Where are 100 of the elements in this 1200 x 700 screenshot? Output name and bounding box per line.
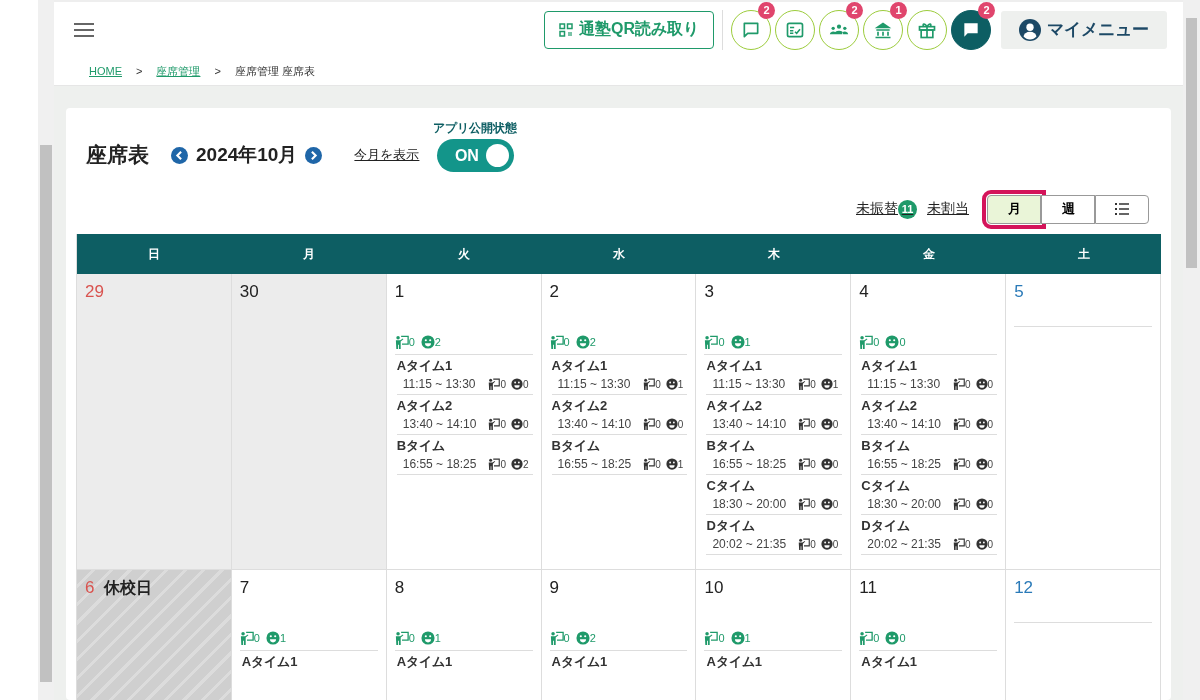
smiley-icon <box>885 335 900 349</box>
date-number: 1 <box>394 282 405 302</box>
smiley-icon <box>730 335 745 349</box>
my-menu-button[interactable]: マイメニュー <box>1001 10 1167 49</box>
checklist-button[interactable] <box>775 9 815 50</box>
student-count: 1 <box>434 632 441 644</box>
smiley-icon <box>511 458 523 470</box>
calendar-day[interactable]: 3 0 1 Aタイム1 11:15 ~ 13:30 0 1 Aタイム2 13:40 ~ 14:10 0 0 Bタイム 16:55 ~ 18:25 0 0 Cタイム 18:30 ~ 20:00 0 0 Dタイム 20:02 ~ 21:35 0 0 <box>696 274 852 570</box>
student-count: 1 <box>832 378 839 390</box>
calendar-day[interactable]: 2 0 2 Aタイム1 11:15 ~ 13:30 0 1 Aタイム2 13:40 ~ 14:10 0 0 Bタイム 16:55 ~ 18:25 0 1 <box>541 274 697 570</box>
teacher-count: 0 <box>810 498 816 510</box>
notification-badge: 2 <box>978 1 995 19</box>
student-count: 1 <box>677 378 684 390</box>
teacher-icon <box>798 458 811 470</box>
teacher-count: 0 <box>655 418 661 430</box>
menu-icon[interactable] <box>74 22 94 37</box>
time-slot-time: 11:15 ~ 13:30 <box>557 377 631 391</box>
breadcrumb-link[interactable]: 座席管理 <box>156 63 201 79</box>
teacher-icon <box>704 335 719 349</box>
qr-scan-button[interactable]: 通塾QR読み取り <box>544 10 714 49</box>
student-count: 1 <box>744 632 751 644</box>
calendar-day[interactable]: 4 0 0 Aタイム1 11:15 ~ 13:30 0 0 Aタイム2 13:40 ~ 14:10 0 0 Bタイム 16:55 ~ 18:25 0 0 Cタイム 18:30 ~ 20:00 0 0 Dタイム 20:02 ~ 21:35 0 0 <box>851 274 1007 570</box>
smiley-icon <box>665 418 678 430</box>
date-number: 5 <box>1014 282 1024 302</box>
student-count: 0 <box>523 378 529 390</box>
smiley-icon <box>820 498 833 510</box>
next-month-button[interactable] <box>305 146 323 164</box>
teacher-icon <box>798 378 811 390</box>
gift-button[interactable] <box>907 9 947 50</box>
teacher-icon <box>643 378 656 390</box>
teacher-count: 0 <box>655 378 661 390</box>
time-slot-time: 18:30 ~ 20:00 <box>712 497 787 511</box>
view-button[interactable]: 週 <box>1041 194 1095 224</box>
scrollbar[interactable] <box>1183 0 1200 700</box>
time-slot-time: 11:15 ~ 13:30 <box>402 377 476 391</box>
date-number: 6 <box>85 578 95 598</box>
teacher-count: 0 <box>655 458 661 470</box>
smiley-icon <box>820 418 833 430</box>
publish-status-label: アプリ公開状態 <box>433 120 518 137</box>
student-count: 1 <box>744 336 751 348</box>
date-number: 12 <box>1014 578 1034 598</box>
student-count: 0 <box>987 538 994 550</box>
page-title: 座席表 <box>86 142 149 168</box>
filter-link[interactable]: 未割当 <box>927 200 969 218</box>
calendar-day[interactable]: 5 <box>1006 274 1161 570</box>
smiley-icon <box>511 378 523 390</box>
teacher-icon <box>549 335 564 349</box>
weekday-header: 土 <box>1006 234 1161 274</box>
date-number: 29 <box>85 282 104 302</box>
smiley-icon <box>420 631 435 645</box>
date-number: 9 <box>549 578 560 598</box>
smiley-icon <box>975 378 988 390</box>
teacher-count: 0 <box>810 538 816 550</box>
smiley-icon <box>975 498 988 510</box>
list-view-button[interactable] <box>1095 194 1149 224</box>
smiley-icon <box>975 538 988 550</box>
smiley-icon <box>820 538 833 550</box>
teacher-icon <box>953 538 965 550</box>
student-count: 0 <box>899 632 906 644</box>
weekday-header: 火 <box>386 234 542 274</box>
calendar-day[interactable]: 1 0 2 Aタイム1 11:15 ~ 13:30 0 0 Aタイム2 13:40 ~ 14:10 0 0 Bタイム 16:55 ~ 18:25 0 2 <box>386 274 542 570</box>
calendar-day[interactable]: 30 <box>231 274 387 570</box>
teacher-icon <box>798 538 811 550</box>
teacher-icon <box>488 378 501 390</box>
teacher-count: 0 <box>965 538 971 550</box>
breadcrumb-current: 座席管理 座席表 <box>234 63 315 79</box>
scrollbar[interactable] <box>38 0 54 700</box>
teacher-count: 0 <box>810 458 816 470</box>
time-slot-time: 20:02 ~ 21:35 <box>867 537 941 551</box>
time-slot-name: Aタイム1 <box>551 357 609 375</box>
time-slot-time: 16:55 ~ 18:25 <box>402 457 477 471</box>
previous-month-button[interactable] <box>171 146 188 164</box>
time-slot-name: Aタイム1 <box>706 653 764 671</box>
student-count: 0 <box>832 458 839 470</box>
breadcrumb-link[interactable]: HOME <box>89 65 122 77</box>
teacher-icon <box>643 418 656 430</box>
teacher-count: 0 <box>965 498 971 510</box>
time-slot-name: Aタイム1 <box>861 357 918 375</box>
current-month-link[interactable]: 今月を表示 <box>354 146 420 164</box>
filter-link[interactable]: 未振替 11 <box>856 199 917 219</box>
teacher-count: 0 <box>408 632 415 644</box>
closed-day-label: 休校日 <box>104 577 153 598</box>
teacher-count: 0 <box>873 632 880 644</box>
teacher-count: 0 <box>810 378 816 390</box>
teacher-count: 0 <box>810 418 816 430</box>
smiley-icon <box>975 418 988 430</box>
student-count: 2 <box>523 458 529 470</box>
student-count: 0 <box>987 378 994 390</box>
time-slot-name: Aタイム2 <box>706 397 764 415</box>
smiley-icon <box>820 378 833 390</box>
date-number: 7 <box>239 578 250 598</box>
teacher-icon <box>488 458 501 470</box>
notification-badge: 2 <box>846 1 863 19</box>
teacher-icon <box>953 458 965 470</box>
teacher-count: 0 <box>563 336 570 348</box>
teacher-icon <box>643 458 656 470</box>
teacher-icon <box>953 418 965 430</box>
calendar-day[interactable]: 6 休校日 <box>77 570 232 700</box>
publish-toggle[interactable]: ON <box>436 139 514 172</box>
notification-badge: 2 <box>758 1 775 19</box>
